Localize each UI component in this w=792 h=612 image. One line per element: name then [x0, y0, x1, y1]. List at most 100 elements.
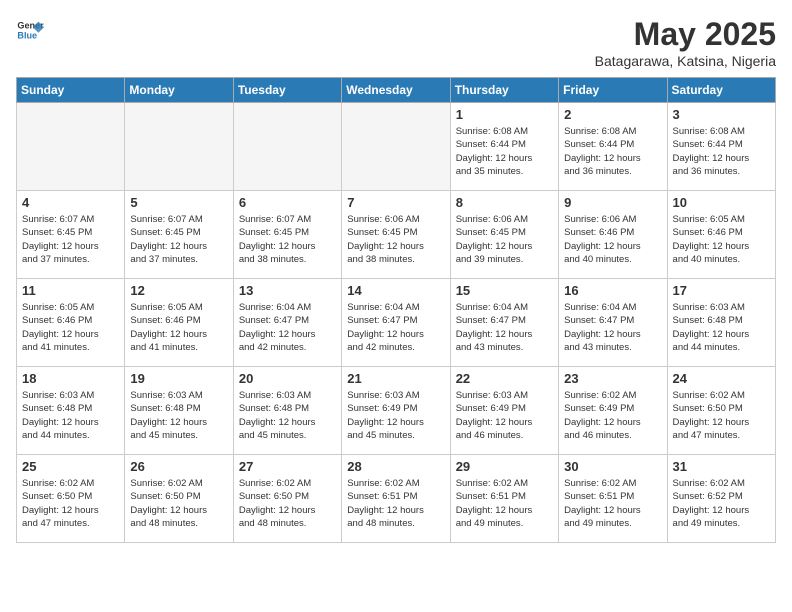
calendar-cell: 6 Sunrise: 6:07 AM Sunset: 6:45 PM Daylig… — [233, 191, 341, 279]
calendar-cell: 19Sunrise: 6:03 AM Sunset: 6:48 PM Dayli… — [125, 367, 233, 455]
day-number: 17 — [673, 283, 770, 298]
calendar-cell — [342, 103, 450, 191]
calendar-cell: 11 Sunrise: 6:05 AM Sunset: 6:46 PM Dayli… — [17, 279, 125, 367]
calendar-cell: 27 Sunrise: 6:02 AM Sunset: 6:50 PM Dayli… — [233, 455, 341, 543]
calendar-cell: 21Sunrise: 6:03 AM Sunset: 6:49 PM Dayli… — [342, 367, 450, 455]
calendar-cell: 25Sunrise: 6:02 AM Sunset: 6:50 PM Dayli… — [17, 455, 125, 543]
day-info: Sunrise: 6:06 AM Sunset: 6:46 PM Dayligh… — [564, 213, 661, 266]
weekday-header-row: SundayMondayTuesdayWednesdayThursdayFrid… — [17, 78, 776, 103]
calendar-cell: 28 Sunrise: 6:02 AM Sunset: 6:51 PM Dayli… — [342, 455, 450, 543]
day-number: 1 — [456, 107, 553, 122]
day-info: Sunrise: 6:04 AM Sunset: 6:47 PM Dayligh… — [239, 301, 336, 354]
day-number: 21 — [347, 371, 444, 386]
weekday-header-monday: Monday — [125, 78, 233, 103]
day-number: 30 — [564, 459, 661, 474]
day-number: 20 — [239, 371, 336, 386]
calendar-cell — [233, 103, 341, 191]
weekday-header-wednesday: Wednesday — [342, 78, 450, 103]
calendar-cell: 24Sunrise: 6:02 AM Sunset: 6:50 PM Dayli… — [667, 367, 775, 455]
calendar-cell — [125, 103, 233, 191]
day-info: Sunrise: 6:04 AM Sunset: 6:47 PM Dayligh… — [347, 301, 444, 354]
weekday-header-saturday: Saturday — [667, 78, 775, 103]
day-info: Sunrise: 6:02 AM Sunset: 6:51 PM Dayligh… — [347, 477, 444, 530]
day-info: Sunrise: 6:05 AM Sunset: 6:46 PM Dayligh… — [673, 213, 770, 266]
day-info: Sunrise: 6:03 AM Sunset: 6:48 PM Dayligh… — [239, 389, 336, 442]
calendar-week-1: 1 Sunrise: 6:08 AM Sunset: 6:44 PM Daylig… — [17, 103, 776, 191]
day-info: Sunrise: 6:08 AM Sunset: 6:44 PM Dayligh… — [456, 125, 553, 178]
day-info: Sunrise: 6:05 AM Sunset: 6:46 PM Dayligh… — [130, 301, 227, 354]
day-number: 10 — [673, 195, 770, 210]
calendar-cell: 4 Sunrise: 6:07 AM Sunset: 6:45 PM Daylig… — [17, 191, 125, 279]
day-info: Sunrise: 6:02 AM Sunset: 6:51 PM Dayligh… — [564, 477, 661, 530]
day-info: Sunrise: 6:02 AM Sunset: 6:49 PM Dayligh… — [564, 389, 661, 442]
calendar-week-3: 11 Sunrise: 6:05 AM Sunset: 6:46 PM Dayli… — [17, 279, 776, 367]
day-number: 3 — [673, 107, 770, 122]
location-subtitle: Batagarawa, Katsina, Nigeria — [595, 53, 776, 69]
generalblue-logo-icon: General Blue — [16, 16, 44, 44]
day-number: 5 — [130, 195, 227, 210]
day-number: 29 — [456, 459, 553, 474]
day-number: 4 — [22, 195, 119, 210]
calendar-cell: 15 Sunrise: 6:04 AM Sunset: 6:47 PM Dayli… — [450, 279, 558, 367]
day-number: 22 — [456, 371, 553, 386]
day-number: 2 — [564, 107, 661, 122]
day-number: 8 — [456, 195, 553, 210]
calendar-cell: 14 Sunrise: 6:04 AM Sunset: 6:47 PM Dayli… — [342, 279, 450, 367]
day-number: 12 — [130, 283, 227, 298]
calendar-cell: 8 Sunrise: 6:06 AM Sunset: 6:45 PM Daylig… — [450, 191, 558, 279]
month-title: May 2025 — [595, 16, 776, 53]
page-header: General Blue May 2025 Batagarawa, Katsin… — [16, 16, 776, 69]
calendar-cell: 10 Sunrise: 6:05 AM Sunset: 6:46 PM Dayli… — [667, 191, 775, 279]
calendar-cell: 23Sunrise: 6:02 AM Sunset: 6:49 PM Dayli… — [559, 367, 667, 455]
calendar-cell — [17, 103, 125, 191]
day-info: Sunrise: 6:07 AM Sunset: 6:45 PM Dayligh… — [239, 213, 336, 266]
calendar-cell: 26 Sunrise: 6:02 AM Sunset: 6:50 PM Dayli… — [125, 455, 233, 543]
calendar-table: SundayMondayTuesdayWednesdayThursdayFrid… — [16, 77, 776, 543]
day-info: Sunrise: 6:05 AM Sunset: 6:46 PM Dayligh… — [22, 301, 119, 354]
day-info: Sunrise: 6:03 AM Sunset: 6:49 PM Dayligh… — [456, 389, 553, 442]
calendar-cell: 12 Sunrise: 6:05 AM Sunset: 6:46 PM Dayli… — [125, 279, 233, 367]
day-info: Sunrise: 6:02 AM Sunset: 6:50 PM Dayligh… — [239, 477, 336, 530]
day-number: 28 — [347, 459, 444, 474]
day-number: 13 — [239, 283, 336, 298]
title-block: May 2025 Batagarawa, Katsina, Nigeria — [595, 16, 776, 69]
day-info: Sunrise: 6:02 AM Sunset: 6:52 PM Dayligh… — [673, 477, 770, 530]
calendar-cell: 9 Sunrise: 6:06 AM Sunset: 6:46 PM Daylig… — [559, 191, 667, 279]
day-info: Sunrise: 6:04 AM Sunset: 6:47 PM Dayligh… — [564, 301, 661, 354]
calendar-cell: 31Sunrise: 6:02 AM Sunset: 6:52 PM Dayli… — [667, 455, 775, 543]
calendar-cell: 1 Sunrise: 6:08 AM Sunset: 6:44 PM Daylig… — [450, 103, 558, 191]
calendar-week-2: 4 Sunrise: 6:07 AM Sunset: 6:45 PM Daylig… — [17, 191, 776, 279]
calendar-week-4: 18 Sunrise: 6:03 AM Sunset: 6:48 PM Dayli… — [17, 367, 776, 455]
day-number: 15 — [456, 283, 553, 298]
svg-text:Blue: Blue — [17, 30, 37, 40]
day-number: 26 — [130, 459, 227, 474]
day-info: Sunrise: 6:02 AM Sunset: 6:50 PM Dayligh… — [130, 477, 227, 530]
day-number: 9 — [564, 195, 661, 210]
day-info: Sunrise: 6:04 AM Sunset: 6:47 PM Dayligh… — [456, 301, 553, 354]
day-info: Sunrise: 6:06 AM Sunset: 6:45 PM Dayligh… — [456, 213, 553, 266]
day-number: 6 — [239, 195, 336, 210]
weekday-header-thursday: Thursday — [450, 78, 558, 103]
day-info: Sunrise: 6:08 AM Sunset: 6:44 PM Dayligh… — [673, 125, 770, 178]
calendar-cell: 29Sunrise: 6:02 AM Sunset: 6:51 PM Dayli… — [450, 455, 558, 543]
day-info: Sunrise: 6:03 AM Sunset: 6:48 PM Dayligh… — [22, 389, 119, 442]
day-number: 27 — [239, 459, 336, 474]
calendar-cell: 20 Sunrise: 6:03 AM Sunset: 6:48 PM Dayli… — [233, 367, 341, 455]
calendar-cell: 7Sunrise: 6:06 AM Sunset: 6:45 PM Daylig… — [342, 191, 450, 279]
calendar-cell: 2 Sunrise: 6:08 AM Sunset: 6:44 PM Daylig… — [559, 103, 667, 191]
day-number: 18 — [22, 371, 119, 386]
calendar-cell: 30 Sunrise: 6:02 AM Sunset: 6:51 PM Dayli… — [559, 455, 667, 543]
calendar-cell: 22 Sunrise: 6:03 AM Sunset: 6:49 PM Dayli… — [450, 367, 558, 455]
day-info: Sunrise: 6:07 AM Sunset: 6:45 PM Dayligh… — [130, 213, 227, 266]
calendar-week-5: 25Sunrise: 6:02 AM Sunset: 6:50 PM Dayli… — [17, 455, 776, 543]
day-number: 14 — [347, 283, 444, 298]
weekday-header-sunday: Sunday — [17, 78, 125, 103]
weekday-header-friday: Friday — [559, 78, 667, 103]
day-number: 11 — [22, 283, 119, 298]
day-info: Sunrise: 6:07 AM Sunset: 6:45 PM Dayligh… — [22, 213, 119, 266]
day-number: 7 — [347, 195, 444, 210]
calendar-cell: 18 Sunrise: 6:03 AM Sunset: 6:48 PM Dayli… — [17, 367, 125, 455]
day-number: 19 — [130, 371, 227, 386]
calendar-cell: 3 Sunrise: 6:08 AM Sunset: 6:44 PM Daylig… — [667, 103, 775, 191]
day-info: Sunrise: 6:08 AM Sunset: 6:44 PM Dayligh… — [564, 125, 661, 178]
